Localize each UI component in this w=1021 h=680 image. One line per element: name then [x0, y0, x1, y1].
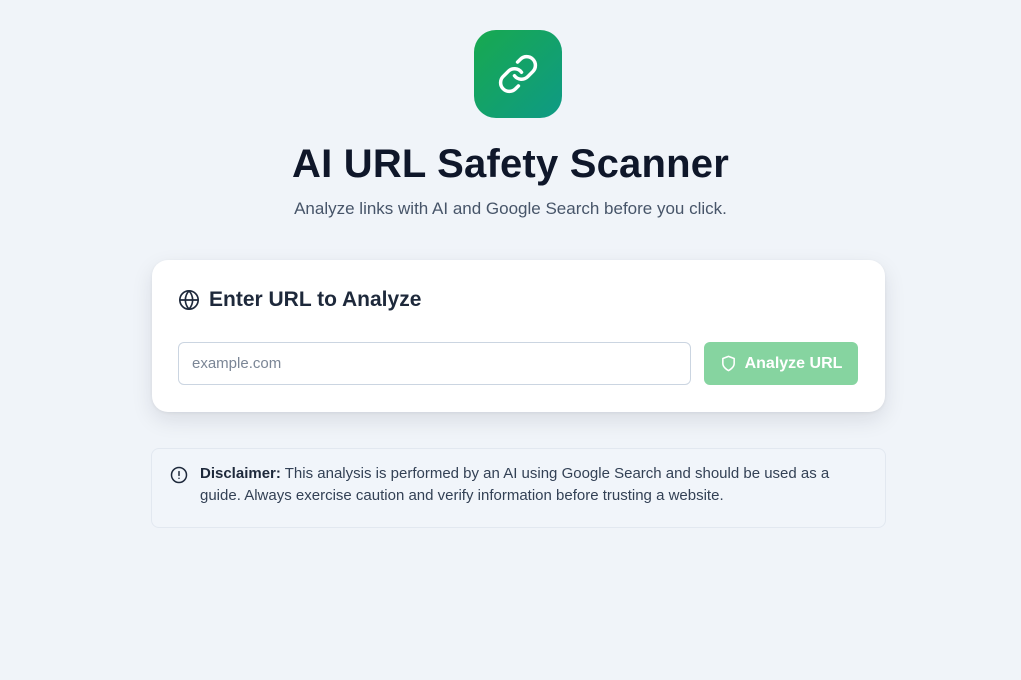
- analyze-url-button-label: Analyze URL: [744, 354, 843, 372]
- app-logo: [474, 30, 562, 118]
- disclaimer-box: Disclaimer: This analysis is performed b…: [151, 448, 886, 528]
- globe-icon: [179, 290, 199, 310]
- url-input[interactable]: [178, 342, 691, 385]
- info-circle-icon: [170, 466, 188, 484]
- page-subtitle: Analyze links with AI and Google Search …: [294, 199, 727, 218]
- url-input-card: Enter URL to Analyze Analyze URL: [152, 260, 885, 412]
- card-title: Enter URL to Analyze: [209, 288, 422, 311]
- disclaimer-text: Disclaimer: This analysis is performed b…: [200, 463, 872, 507]
- disclaimer-label: Disclaimer:: [200, 465, 281, 482]
- analyze-url-button[interactable]: Analyze URL: [704, 342, 858, 385]
- page: AI URL Safety Scanner Analyze links with…: [0, 0, 1021, 680]
- page-title: AI URL Safety Scanner: [292, 142, 729, 186]
- link-icon: [498, 54, 538, 94]
- card-header: Enter URL to Analyze: [178, 288, 421, 312]
- disclaimer-body: This analysis is performed by an AI usin…: [200, 465, 830, 504]
- shield-icon: [721, 355, 735, 372]
